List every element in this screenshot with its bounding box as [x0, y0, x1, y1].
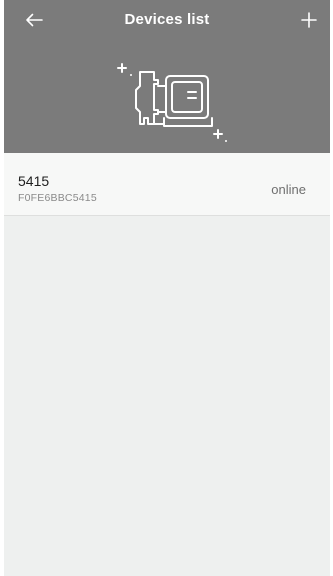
pump-icon [117, 63, 227, 142]
devices-screen: Devices list 5415 F0FE6BBC5415 online [4, 0, 330, 576]
device-row[interactable]: 5415 F0FE6BBC5415 online [4, 153, 330, 216]
device-name: 5415 [18, 173, 50, 189]
top-bar: Devices list [4, 0, 330, 40]
header: Devices list [4, 0, 330, 153]
page-title: Devices list [124, 11, 210, 28]
add-device-button[interactable] [296, 8, 322, 32]
device-id: F0FE6BBC5415 [18, 192, 97, 204]
device-list: 5415 F0FE6BBC5415 online [4, 153, 330, 216]
device-status: online [271, 182, 306, 197]
plus-icon [301, 12, 317, 28]
